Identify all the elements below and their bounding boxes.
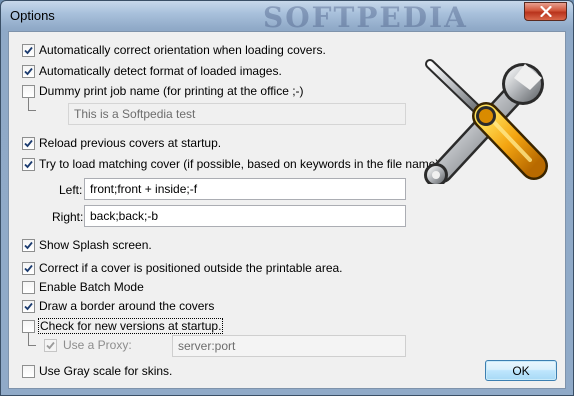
check-versions-checkbox[interactable]	[22, 319, 35, 333]
right-keywords-input[interactable]: back;back;-b	[84, 205, 406, 227]
check-icon	[46, 341, 55, 349]
show-splash-label: Show Splash screen.	[39, 238, 152, 252]
check-versions-label: Check for new versions at startup.	[37, 318, 224, 334]
draw-border-label: Draw a border around the covers	[39, 299, 215, 313]
option-auto-orientation[interactable]: Automatically correct orientation when l…	[22, 43, 326, 57]
tree-connector	[28, 98, 36, 111]
option-dummy-print-job[interactable]: Dummy print job name (for printing at th…	[22, 84, 304, 98]
wrench-screwdriver-icon	[424, 59, 548, 184]
ok-button[interactable]: OK	[485, 360, 557, 381]
option-try-load-matching[interactable]: Try to load matching cover (if possible,…	[22, 157, 443, 171]
left-keywords-input[interactable]: front;front + inside;-f	[84, 178, 406, 200]
use-proxy-label: Use a Proxy:	[63, 338, 132, 352]
show-splash-checkbox[interactable]	[22, 238, 35, 252]
auto-detect-format-label: Automatically detect format of loaded im…	[39, 64, 282, 78]
option-batch-mode[interactable]: Enable Batch Mode	[22, 280, 144, 294]
check-icon	[24, 241, 33, 249]
correct-outside-checkbox[interactable]	[22, 261, 35, 275]
option-draw-border[interactable]: Draw a border around the covers	[22, 299, 214, 313]
watermark: SOFTPEDIA	[263, 1, 468, 34]
reload-previous-label: Reload previous covers at startup.	[39, 136, 222, 150]
gray-scale-checkbox[interactable]	[22, 364, 35, 378]
dummy-job-name-field[interactable]: This is a Softpedia test	[68, 103, 406, 125]
check-icon	[24, 139, 33, 147]
close-icon	[539, 6, 552, 17]
reload-previous-checkbox[interactable]	[22, 136, 35, 150]
try-load-matching-label: Try to load matching cover (if possible,…	[39, 157, 443, 171]
check-icon	[24, 46, 33, 54]
auto-detect-format-checkbox[interactable]	[22, 64, 35, 78]
option-check-versions[interactable]: Check for new versions at startup.	[22, 318, 224, 334]
check-icon	[24, 264, 33, 272]
option-use-proxy[interactable]: Use a Proxy:	[44, 338, 132, 352]
option-gray-scale[interactable]: Use Gray scale for skins.	[22, 364, 172, 378]
proxy-server-input[interactable]: server:port	[172, 335, 406, 357]
draw-border-checkbox[interactable]	[22, 299, 35, 313]
window-title: Options	[10, 8, 55, 23]
option-show-splash[interactable]: Show Splash screen.	[22, 238, 152, 252]
dummy-print-job-checkbox[interactable]	[22, 84, 35, 98]
options-window: Options SOFTPEDIA Automatically correct …	[0, 0, 574, 396]
check-icon	[24, 302, 33, 310]
use-proxy-checkbox[interactable]	[44, 338, 57, 352]
auto-orientation-checkbox[interactable]	[22, 43, 35, 57]
right-label: Right:	[52, 210, 84, 224]
correct-outside-label: Correct if a cover is positioned outside…	[39, 261, 343, 275]
batch-mode-label: Enable Batch Mode	[39, 280, 144, 294]
option-auto-detect-format[interactable]: Automatically detect format of loaded im…	[22, 64, 282, 78]
close-button[interactable]	[524, 2, 567, 21]
try-load-matching-checkbox[interactable]	[22, 157, 35, 171]
batch-mode-checkbox[interactable]	[22, 280, 35, 294]
gray-scale-label: Use Gray scale for skins.	[39, 364, 173, 378]
check-icon	[24, 67, 33, 75]
check-icon	[24, 160, 33, 168]
tree-connector	[28, 333, 36, 346]
title-bar[interactable]: Options SOFTPEDIA	[1, 1, 573, 34]
option-correct-outside[interactable]: Correct if a cover is positioned outside…	[22, 261, 343, 275]
option-reload-previous[interactable]: Reload previous covers at startup.	[22, 136, 221, 150]
auto-orientation-label: Automatically correct orientation when l…	[39, 43, 326, 57]
options-panel: Automatically correct orientation when l…	[8, 31, 566, 389]
dummy-print-job-label: Dummy print job name (for printing at th…	[39, 84, 304, 98]
left-label: Left:	[59, 183, 83, 197]
